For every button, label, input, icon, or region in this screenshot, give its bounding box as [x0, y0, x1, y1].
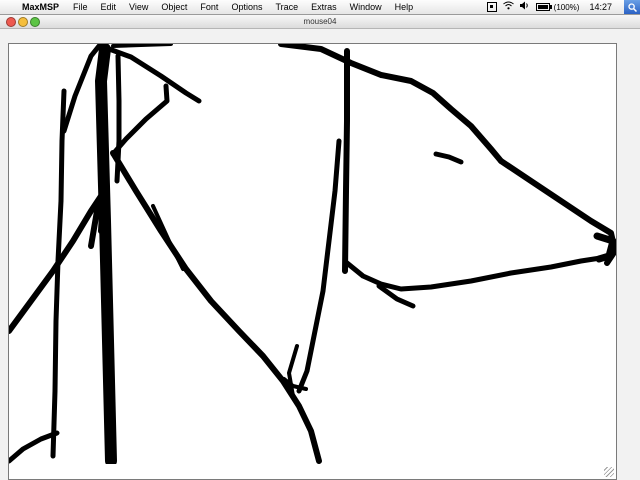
- volume-icon[interactable]: [519, 0, 530, 14]
- battery-level-fill: [537, 5, 548, 9]
- menu-status-area: (100%) 14:27: [486, 0, 640, 14]
- spotlight-icon[interactable]: [624, 0, 640, 14]
- menu-edit[interactable]: Edit: [101, 2, 117, 12]
- menu-trace[interactable]: Trace: [275, 2, 298, 12]
- battery-icon[interactable]: [535, 3, 552, 11]
- sketch-stroke: [433, 151, 464, 165]
- menu-file[interactable]: File: [73, 2, 88, 12]
- sketch-stroke: [110, 150, 322, 464]
- menu-app-name[interactable]: MaxMSP: [22, 2, 59, 12]
- menu-font[interactable]: Font: [200, 2, 218, 12]
- sketch-stroke: [98, 44, 202, 104]
- sketch-stroke: [296, 138, 342, 394]
- window-titlebar[interactable]: mouse04: [0, 15, 640, 29]
- menu-bar: MaxMSP File Edit View Object Font Option…: [0, 0, 640, 15]
- sketch-stroke: [342, 48, 350, 274]
- window-title: mouse04: [303, 17, 337, 26]
- menu-clock[interactable]: 14:27: [589, 2, 612, 12]
- sketch-stroke: [344, 254, 610, 292]
- sketch-drawing: [9, 44, 616, 464]
- sketch-stroke: [111, 44, 173, 48]
- menu-extras[interactable]: Extras: [311, 2, 337, 12]
- menu-view[interactable]: View: [129, 2, 148, 12]
- resize-grip[interactable]: [604, 467, 614, 477]
- menu-extra-icon[interactable]: [486, 2, 497, 12]
- wifi-icon[interactable]: [502, 0, 514, 14]
- sketch-stroke: [498, 158, 616, 266]
- battery-percent: (100%): [553, 2, 580, 12]
- sketch-stroke: [278, 44, 504, 164]
- sketch-stroke: [61, 44, 102, 134]
- sketch-stroke: [9, 430, 60, 464]
- menu-window[interactable]: Window: [350, 2, 382, 12]
- sketch-stroke: [151, 204, 185, 271]
- sketch-stroke: [95, 44, 117, 464]
- drawing-canvas[interactable]: [8, 43, 617, 480]
- menu-help[interactable]: Help: [395, 2, 414, 12]
- menu-object[interactable]: Object: [161, 2, 187, 12]
- menu-options[interactable]: Options: [231, 2, 262, 12]
